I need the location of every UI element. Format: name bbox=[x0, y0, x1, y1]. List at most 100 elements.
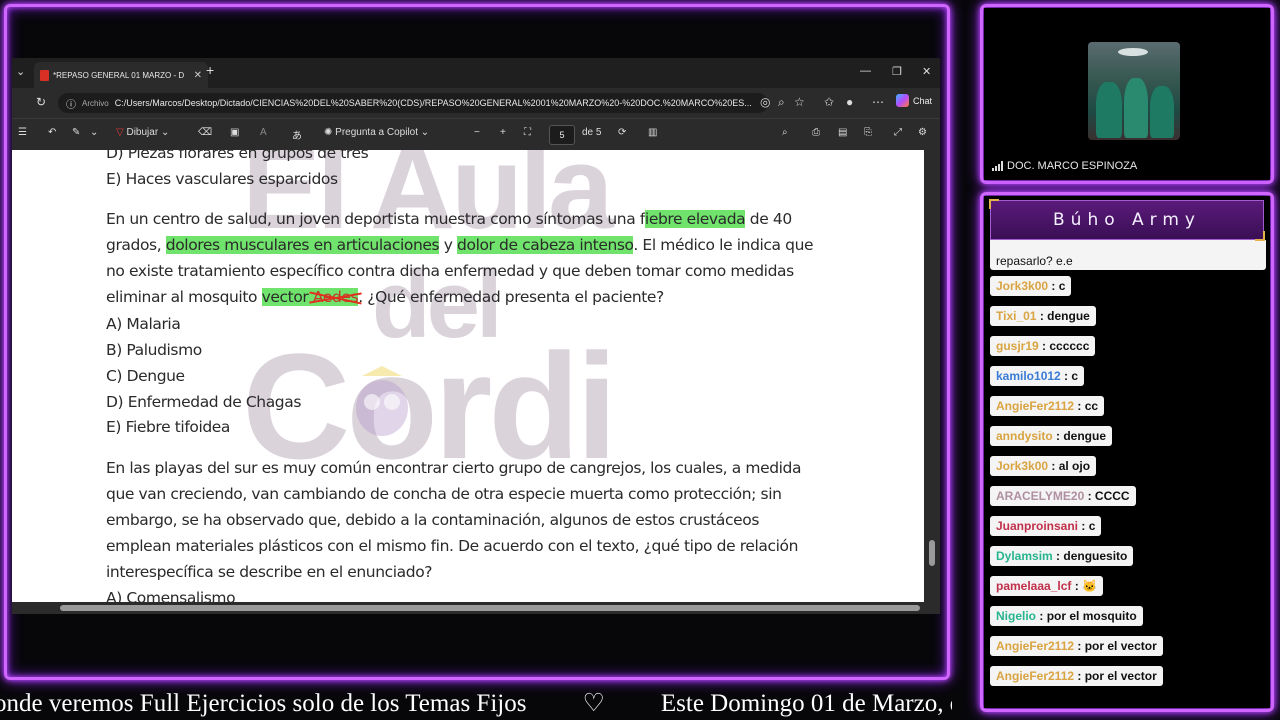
chat-separator: : bbox=[1048, 459, 1059, 473]
chat-username[interactable]: kamilo1012 bbox=[996, 369, 1061, 383]
chat-text: al ojo bbox=[1058, 459, 1091, 473]
webcam-panel: DOC. MARCO ESPINOZA bbox=[984, 8, 1270, 180]
chat-text: 🐱 bbox=[1082, 579, 1098, 593]
doc-line: D) Piezas florares en grupos de tres bbox=[106, 150, 369, 162]
doc-text: y bbox=[439, 236, 458, 254]
highlight-chevron-icon[interactable]: ⌄ bbox=[90, 127, 98, 138]
contents-icon[interactable]: ☰ bbox=[18, 127, 27, 138]
search-icon[interactable]: ⌕ bbox=[782, 127, 788, 138]
chat-message: anndysito : dengue bbox=[990, 426, 1113, 446]
chat-message: gusjr19 : cccccc bbox=[990, 336, 1096, 356]
page-number-input[interactable]: 5 bbox=[549, 125, 575, 145]
save-as-icon[interactable]: ⎘ bbox=[864, 127, 872, 138]
signal-bars-icon bbox=[992, 161, 1003, 171]
zoom-in-icon[interactable]: + bbox=[500, 127, 506, 138]
more-options-icon[interactable]: ⋯ bbox=[872, 95, 884, 109]
option-line: C) Dengue bbox=[106, 367, 185, 385]
save-icon[interactable]: ▤ bbox=[838, 127, 847, 138]
option-line: A) Comensalismo bbox=[106, 589, 236, 602]
chat-username[interactable]: Juanproinsani bbox=[996, 519, 1078, 533]
profile-avatar-icon[interactable]: ● bbox=[846, 95, 853, 109]
chat-message: ARACELYME20 : CCCC bbox=[990, 486, 1136, 506]
minimize-icon[interactable]: — bbox=[860, 65, 871, 77]
url-text: C:/Users/Marcos/Desktop/Dictado/CIENCIAS… bbox=[114, 98, 752, 108]
new-tab-icon[interactable]: + bbox=[206, 62, 214, 78]
pdf-page[interactable]: El Aula del Cordi D) Piezas florares en … bbox=[12, 150, 924, 602]
fullscreen-icon[interactable]: ⤢ bbox=[894, 127, 902, 138]
chat-username[interactable]: AngieFer2112 bbox=[996, 669, 1074, 683]
eraser-icon[interactable]: ⌫ bbox=[198, 127, 212, 138]
option-line: E) Fiebre tifoidea bbox=[106, 418, 231, 436]
copilot-icon bbox=[896, 94, 909, 107]
doc-line: En un centro de salud, un joven deportis… bbox=[106, 210, 792, 228]
doc-line: que van creciendo, van cambiando de conc… bbox=[106, 485, 782, 503]
rotate-icon[interactable]: ⟳ bbox=[618, 127, 626, 138]
doc-line: embargo, se ha observado que, debido a l… bbox=[106, 511, 760, 529]
horizontal-scroll-thumb[interactable] bbox=[60, 605, 920, 611]
draw-pen-icon: ▽ bbox=[116, 127, 124, 138]
doc-line: eliminar al mosquito vector Aedes. ¿Qué … bbox=[106, 288, 664, 306]
highlighted-text: iebre elevada bbox=[644, 210, 746, 228]
restore-icon[interactable]: ❐ bbox=[892, 65, 902, 78]
chat-username[interactable]: Nigelio bbox=[996, 609, 1036, 623]
text-box-icon[interactable]: ▣ bbox=[230, 127, 239, 138]
chat-username[interactable]: anndysito bbox=[996, 429, 1053, 443]
zoom-out-icon[interactable]: − bbox=[474, 127, 480, 138]
chat-separator: : bbox=[1074, 669, 1085, 683]
chat-text: dengue bbox=[1047, 309, 1090, 323]
option-line: A) Malaria bbox=[106, 315, 181, 333]
zoom-icon[interactable]: ⌕ bbox=[778, 95, 785, 110]
tab-list-chevron-icon[interactable]: ⌄ bbox=[16, 65, 25, 78]
vertical-scrollbar[interactable] bbox=[924, 150, 940, 602]
favorites-icon[interactable]: ✩ bbox=[824, 95, 834, 109]
chat-username[interactable]: Tixi_01 bbox=[996, 309, 1036, 323]
fit-page-icon[interactable]: ⛶ bbox=[524, 127, 531, 138]
url-field[interactable]: ⓘ Archivo C:/Users/Marcos/Desktop/Dictad… bbox=[58, 93, 768, 113]
highlight-icon[interactable]: ✎ bbox=[72, 127, 80, 138]
surgeon-figure bbox=[1096, 82, 1122, 138]
chat-message: AngieFer2112 : cc bbox=[990, 396, 1105, 416]
chat-message: Dylamsim : denguesito bbox=[990, 546, 1134, 566]
chat-username[interactable]: Dylamsim bbox=[996, 549, 1053, 563]
ticker-text-b: Este Domingo 01 de Marzo, de bbox=[660, 690, 952, 717]
browser-tab[interactable]: *REPASO GENERAL 01 MARZO - D ✕ bbox=[34, 62, 208, 88]
rotate-view-icon[interactable]: ↶ bbox=[48, 127, 56, 138]
page-view-icon[interactable]: ▥ bbox=[648, 127, 657, 138]
favorite-star-icon[interactable]: ☆ bbox=[794, 95, 805, 109]
close-tab-icon[interactable]: ✕ bbox=[194, 70, 202, 81]
vertical-scroll-thumb[interactable] bbox=[929, 540, 935, 566]
translate-icon[interactable]: あ bbox=[292, 127, 302, 142]
struck-word: Aedes bbox=[312, 288, 359, 306]
chat-username[interactable]: Jork3k00 bbox=[996, 279, 1048, 293]
chat-text: por el mosquito bbox=[1046, 609, 1137, 623]
draw-button[interactable]: ▽ Dibujar ⌄ bbox=[116, 127, 169, 138]
chat-username[interactable]: ARACELYME20 bbox=[996, 489, 1084, 503]
window-close-icon[interactable]: ✕ bbox=[922, 65, 931, 78]
presenter-name: DOC. MARCO ESPINOZA bbox=[1007, 160, 1138, 172]
chat-username[interactable]: pamelaaa_lcf bbox=[996, 579, 1071, 593]
chat-message: kamilo1012 : c bbox=[990, 366, 1085, 386]
option-line: B) Paludismo bbox=[106, 341, 202, 359]
doc-line: no existe tratamiento específico contra … bbox=[106, 262, 794, 280]
chat-message: AngieFer2112 : por el vector bbox=[990, 636, 1163, 656]
chat-message: Jork3k00 : al ojo bbox=[990, 456, 1097, 476]
chat-text: c bbox=[1071, 369, 1079, 383]
horizontal-scrollbar[interactable] bbox=[12, 602, 940, 614]
print-icon[interactable]: ⎙ bbox=[812, 127, 820, 138]
copilot-chat-button[interactable]: Chat bbox=[896, 94, 932, 107]
chat-message: Tixi_01 : dengue bbox=[990, 306, 1096, 326]
chat-username[interactable]: Jork3k00 bbox=[996, 459, 1048, 473]
chat-username[interactable]: gusjr19 bbox=[996, 339, 1039, 353]
chat-text: cccccc bbox=[1049, 339, 1090, 353]
chat-message-partial: repasarlo? e.e bbox=[990, 240, 1266, 270]
chat-username[interactable]: AngieFer2112 bbox=[996, 639, 1074, 653]
add-text-icon[interactable]: A bbox=[260, 127, 267, 138]
read-aloud-icon[interactable]: ◎ bbox=[760, 95, 770, 109]
reload-icon[interactable]: ↻ bbox=[36, 95, 46, 109]
doc-text: eliminar al mosquito bbox=[106, 288, 262, 306]
chat-text: c bbox=[1058, 279, 1066, 293]
chat-username[interactable]: AngieFer2112 bbox=[996, 399, 1074, 413]
ask-copilot-button[interactable]: ✺ Pregunta a Copilot ⌄ bbox=[324, 127, 429, 138]
chat-message: pamelaaa_lcf : 🐱 bbox=[990, 576, 1104, 596]
settings-gear-icon[interactable]: ⚙ bbox=[918, 127, 927, 138]
